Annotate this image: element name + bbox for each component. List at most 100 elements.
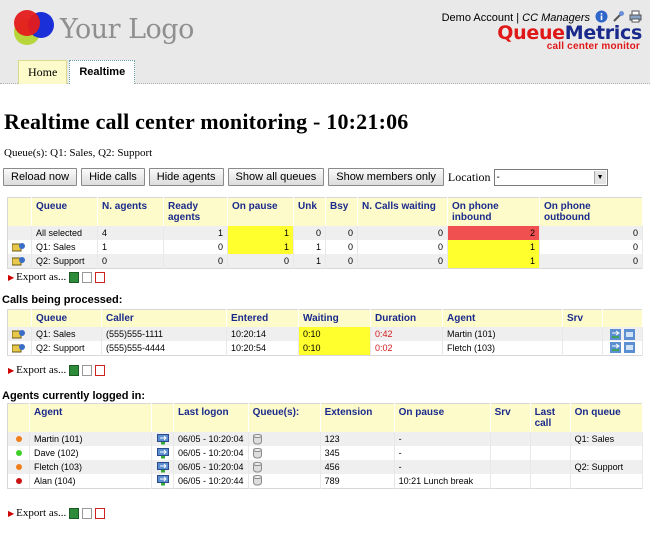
brand-subtitle: call center monitor [546, 41, 640, 52]
hide-agents-button[interactable]: Hide agents [148, 168, 224, 186]
cell-actions [602, 327, 643, 341]
chevron-down-icon[interactable]: ▼ [593, 170, 606, 184]
csv-export-icon[interactable] [82, 364, 93, 376]
cell-queue: Q2: Support [31, 254, 98, 268]
calls-section-title: Calls being processed: [2, 294, 123, 306]
cell-bsy: 0 [325, 254, 358, 268]
cell-srv [562, 327, 603, 341]
header-queue: Queue [31, 309, 102, 327]
page-title: Realtime call center monitoring - 10:21:… [4, 109, 409, 134]
cell-pause: 0 [227, 254, 294, 268]
row-icon-cell[interactable] [7, 327, 32, 341]
cell-extension: 345 [320, 446, 395, 460]
cell-queue: Q2: Support [31, 341, 102, 355]
row-icon-cell[interactable] [7, 341, 32, 355]
excel-export-icon[interactable] [69, 271, 80, 283]
header-on-queue: On queue [570, 403, 644, 432]
cell-agent: Alan (104) [29, 474, 152, 488]
table-row: Alan (104) 06/05 - 10:20:44 789 10:21 Lu… [7, 474, 644, 488]
triangle-right-icon: ▶ [8, 272, 15, 282]
header-last-logon: Last logon [173, 403, 249, 432]
database-icon[interactable] [252, 461, 262, 473]
show-members-only-button[interactable]: Show members only [328, 168, 444, 186]
queue-detail-icon [12, 257, 25, 266]
status-dot-icon [15, 477, 22, 484]
tab-bar: Home Realtime [18, 60, 136, 84]
table-row: Fletch (103) 06/05 - 10:20:04 456 - Q2: … [7, 460, 644, 474]
tab-realtime[interactable]: Realtime [69, 60, 136, 84]
queues-line: Queue(s): Q1: Sales, Q2: Support [4, 147, 153, 159]
header-agent: Agent [29, 403, 152, 432]
header-entered: Entered [226, 309, 299, 327]
export-label[interactable]: Export as... [16, 271, 66, 283]
cell-outbound: 0 [539, 254, 643, 268]
cell-unk: 0 [293, 226, 326, 240]
agents-section-title: Agents currently logged in: [2, 390, 146, 402]
cell-actions [602, 341, 643, 355]
logo-circles-icon [14, 10, 54, 45]
xml-export-icon[interactable] [95, 364, 106, 376]
export-label[interactable]: Export as... [16, 364, 66, 376]
cell-waiting: 0:10 [298, 341, 371, 355]
transfer-icon[interactable] [610, 328, 622, 340]
call-detail-icon [12, 330, 25, 339]
row-icon-cell[interactable] [7, 254, 32, 268]
database-icon[interactable] [252, 475, 262, 486]
monitor-icon[interactable] [156, 475, 169, 486]
cell-srv [490, 432, 531, 446]
cell-queues [248, 474, 321, 488]
header-caller: Caller [101, 309, 227, 327]
cell-last-logon: 06/05 - 10:20:04 [173, 446, 249, 460]
cell-bsy: 0 [325, 240, 358, 254]
monitor-icon[interactable] [156, 447, 169, 459]
queue-summary-table: Queue N. agents Ready agents On pause Un… [7, 197, 643, 269]
monitor-icon[interactable] [156, 461, 169, 473]
header-blank [7, 403, 30, 432]
excel-export-icon[interactable] [69, 364, 80, 376]
cell-on-queue [570, 474, 644, 488]
excel-export-icon[interactable] [69, 507, 80, 519]
xml-export-icon[interactable] [95, 507, 106, 519]
cell-extension: 456 [320, 460, 395, 474]
export-bar: ▶ Export as... [8, 364, 106, 376]
hide-calls-button[interactable]: Hide calls [81, 168, 145, 186]
header-last-call: Last call [530, 403, 571, 432]
cell-pause: 10:21 Lunch break [394, 474, 491, 488]
cell-caller: (555)555-4444 [101, 341, 227, 355]
row-icon-cell[interactable] [7, 240, 32, 254]
call-detail-icon [12, 344, 25, 353]
header-bar: Your Logo Demo Account | CC Managers Que… [0, 0, 650, 84]
csv-export-icon[interactable] [82, 271, 93, 283]
cell-last-call [530, 474, 571, 488]
header-on-pause: On pause [227, 197, 294, 226]
cell-queue: All selected [31, 226, 98, 240]
header-calls-waiting: N. Calls waiting [357, 197, 448, 226]
database-icon[interactable] [252, 433, 262, 445]
export-label[interactable]: Export as... [16, 507, 66, 519]
csv-export-icon[interactable] [82, 507, 93, 519]
table-header-row: Queue Caller Entered Waiting Duration Ag… [7, 309, 643, 327]
database-icon[interactable] [252, 447, 262, 459]
spy-icon[interactable] [623, 328, 635, 340]
cell-waiting: 0 [357, 254, 448, 268]
transfer-icon[interactable] [610, 342, 622, 354]
cell-queue: Q1: Sales [31, 240, 98, 254]
cell-agents: 4 [97, 226, 164, 240]
header-unk: Unk [293, 197, 326, 226]
reload-now-button[interactable]: Reload now [3, 168, 78, 186]
monitor-icon[interactable] [156, 433, 169, 445]
cell-agents: 1 [97, 240, 164, 254]
xml-export-icon[interactable] [95, 271, 106, 283]
calls-table: Queue Caller Entered Waiting Duration Ag… [7, 309, 643, 356]
export-bar: ▶ Export as... [8, 507, 106, 519]
cell-srv [562, 341, 603, 355]
header-on-pause: On pause [394, 403, 491, 432]
cell-waiting: 0 [357, 240, 448, 254]
header-on-phone-inbound: On phone inbound [447, 197, 540, 226]
show-all-queues-button[interactable]: Show all queues [227, 168, 325, 186]
logo-text: Your Logo [60, 14, 194, 45]
spy-icon[interactable] [623, 342, 635, 354]
tab-home[interactable]: Home [18, 60, 68, 84]
header-blank [7, 197, 32, 226]
location-select[interactable]: - ▼ [493, 168, 608, 186]
